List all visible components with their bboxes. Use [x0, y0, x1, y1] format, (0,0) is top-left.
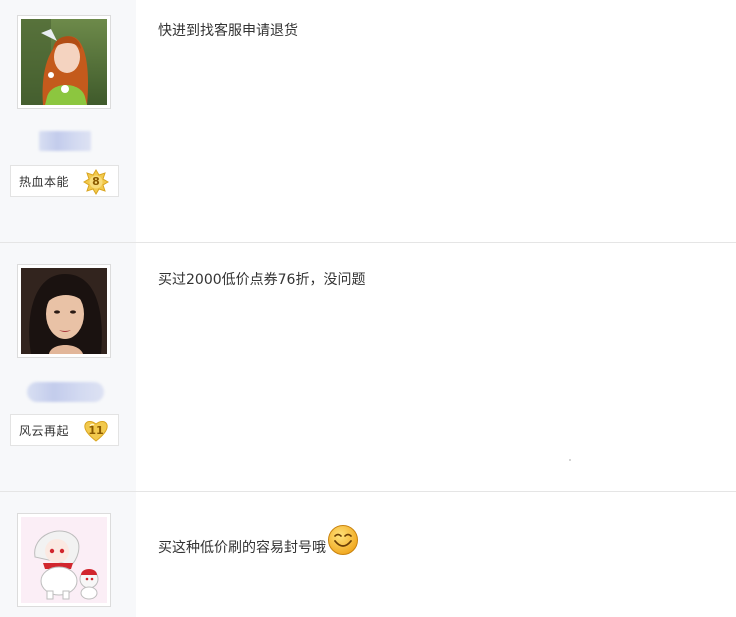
dust-speck	[569, 459, 571, 461]
badge-name: 风云再起	[19, 423, 70, 438]
avatar[interactable]	[17, 264, 111, 358]
avatar[interactable]	[17, 15, 111, 109]
level-number: 8	[92, 175, 100, 188]
reply-thread: 热血本能 8 快进到找客服申请退货 风云再起 11 买过2000低价点券76折，…	[0, 0, 736, 617]
avatar-orange-hair-cosplay-icon	[21, 19, 107, 105]
reply-text: 买这种低价刷的容易封号哦	[158, 525, 359, 564]
avatar-dark-hair-woman-icon	[21, 268, 107, 354]
user-sidebar: 热血本能 8	[0, 0, 136, 242]
avatar[interactable]	[17, 513, 111, 607]
level-star-icon: 8	[83, 169, 109, 195]
badge-name: 热血本能	[19, 174, 70, 189]
user-sidebar	[0, 492, 136, 617]
username-blurred[interactable]	[27, 382, 104, 402]
username-blurred[interactable]	[39, 131, 91, 151]
reply-post: 买这种低价刷的容易封号哦	[0, 492, 736, 617]
user-sidebar: 风云再起 11	[0, 243, 136, 491]
avatar-anime-white-hair-icon	[21, 517, 107, 603]
smile-emoji-icon	[328, 525, 358, 555]
member-badge[interactable]: 热血本能 8	[10, 165, 119, 197]
reply-post: 风云再起 11 买过2000低价点券76折，没问题	[0, 243, 736, 491]
member-badge[interactable]: 风云再起 11	[10, 414, 119, 446]
level-heart-icon: 11	[83, 418, 109, 444]
reply-content: 买过2000低价点券76折，没问题	[136, 243, 736, 491]
reply-text: 买过2000低价点券76折，没问题	[158, 272, 366, 288]
reply-text-body: 买这种低价刷的容易封号哦	[158, 540, 326, 556]
reply-content: 买这种低价刷的容易封号哦	[136, 492, 736, 617]
reply-text: 快进到找客服申请退货	[158, 23, 298, 39]
level-number: 11	[88, 424, 104, 437]
reply-post: 热血本能 8 快进到找客服申请退货	[0, 0, 736, 242]
reply-content: 快进到找客服申请退货	[136, 0, 736, 242]
